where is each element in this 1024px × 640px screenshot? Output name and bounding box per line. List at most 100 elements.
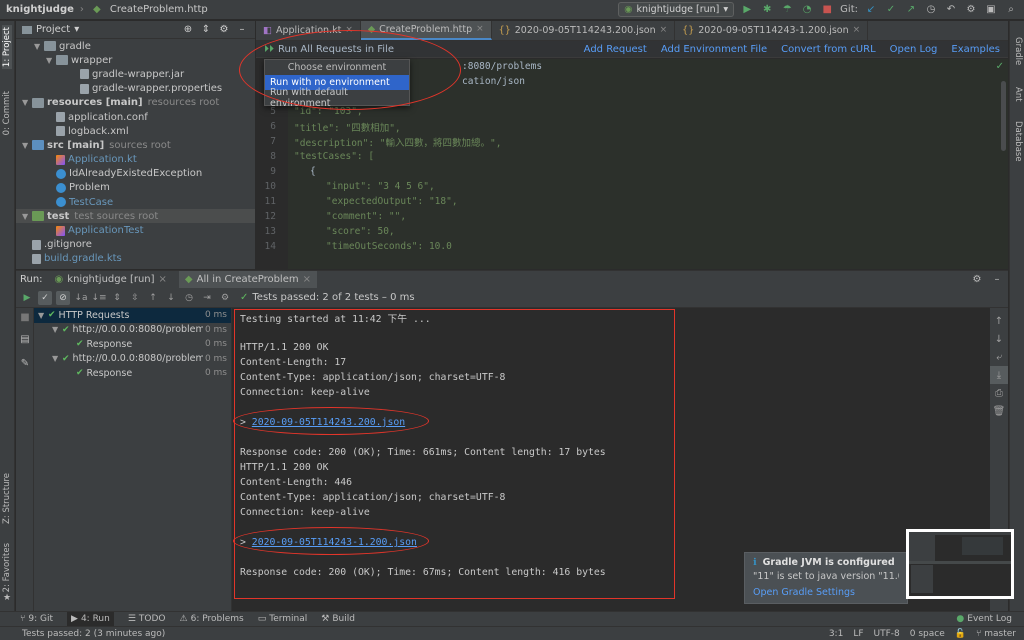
search-icon[interactable]: ⌕ [1004, 3, 1018, 17]
show-ignored-icon[interactable]: ⊘ [56, 290, 70, 305]
rerun-icon[interactable]: ▶ [20, 291, 34, 305]
run-all-requests-button[interactable]: ⏵⏵ Run All Requests in File [264, 44, 394, 55]
file-encoding[interactable]: UTF-8 [874, 629, 900, 639]
tree-item[interactable]: gradle-wrapper.properties [16, 82, 255, 96]
response-file-link[interactable]: 2020-09-05T114243-1.200.json [252, 537, 417, 548]
tree-item[interactable]: ▼ test test sources root [16, 209, 255, 224]
git-update-icon[interactable]: ↙ [864, 3, 878, 17]
tree-item[interactable]: gradle-wrapper.jar [16, 67, 255, 81]
tree-item[interactable]: logback.xml [16, 124, 255, 138]
print-icon[interactable]: ⎙ [990, 384, 1008, 402]
chevron-down-icon[interactable]: ▼ [22, 141, 32, 150]
caret-position[interactable]: 3:1 [829, 629, 843, 639]
collapse-all-icon[interactable]: ⇳ [128, 291, 142, 305]
git-commit-icon[interactable]: ✓ [884, 3, 898, 17]
tool-window-project[interactable]: 1: Project [2, 25, 12, 70]
git-branch[interactable]: ⑂ master [976, 629, 1016, 639]
tree-item[interactable]: Application.kt [16, 153, 255, 167]
tool-window-structure[interactable]: Z: Structure [2, 473, 12, 524]
tree-item[interactable]: ▼ gradle [16, 39, 255, 53]
close-icon[interactable]: × [345, 25, 353, 35]
run-icon[interactable]: ▶ [740, 3, 754, 17]
test-tree-row[interactable]: ✔ Response 0 ms [34, 366, 231, 381]
tree-item[interactable]: ApplicationTest [16, 223, 255, 237]
tool-window-button[interactable]: ☰ TODO [128, 614, 166, 624]
lock-icon[interactable]: 🔓 [955, 629, 966, 639]
indent-setting[interactable]: 0 space [910, 629, 945, 639]
convert-from-curl-link[interactable]: Convert from cURL [781, 44, 876, 55]
export-icon[interactable]: ⇥ [200, 291, 214, 305]
pin-icon[interactable]: ✎ [18, 356, 32, 370]
tree-item[interactable]: application.conf [16, 110, 255, 124]
tool-window-button[interactable]: ⚠ 6: Problems [180, 614, 244, 624]
tool-window-gradle[interactable]: Gradle [1013, 37, 1023, 65]
run-tab-all-in-createproblem[interactable]: ◆ All in CreateProblem × [178, 270, 317, 289]
editor-scrollbar[interactable] [1001, 81, 1006, 151]
gear-icon[interactable]: ⚙ [217, 23, 231, 37]
tool-window-button[interactable]: ▶ 4: Run [67, 611, 114, 627]
git-push-icon[interactable]: ↗ [904, 3, 918, 17]
soft-wrap-icon[interactable]: ⤶ [990, 348, 1008, 366]
test-tree-row[interactable]: ▼ ✔ http://0.0.0.0:8080/problem 0 ms [34, 323, 231, 338]
line-separator[interactable]: LF [853, 629, 863, 639]
debug-icon[interactable]: ✱ [760, 3, 774, 17]
tool-window-button[interactable]: ⑂ 9: Git [20, 614, 53, 624]
close-icon[interactable]: × [476, 24, 484, 34]
run-default-environment-option[interactable]: Run with default environment [265, 87, 409, 109]
chevron-down-icon[interactable]: ▼ [38, 311, 48, 320]
tree-item[interactable]: build.gradle.kts [16, 252, 255, 266]
chevron-down-icon[interactable]: ▼ [52, 354, 62, 363]
status-message[interactable]: Tests passed: 2 (3 minutes ago) [22, 629, 165, 639]
layout-icon[interactable]: ▣ [984, 3, 998, 17]
project-panel-title[interactable]: Project [36, 24, 70, 35]
chevron-down-icon[interactable]: ▼ [22, 98, 32, 107]
trash-icon[interactable]: 🗑 [990, 402, 1008, 420]
tree-item[interactable]: ▼ wrapper [16, 53, 255, 67]
run-tab-knightjudge[interactable]: ◉ knightjudge [run] × [49, 271, 173, 289]
examples-link[interactable]: Examples [951, 44, 1000, 55]
scroll-down-icon[interactable]: ↓ [990, 330, 1008, 348]
chevron-down-icon[interactable]: ▼ [22, 212, 32, 221]
open-gradle-settings-link[interactable]: Open Gradle Settings [753, 587, 899, 598]
tool-window-favorites[interactable]: 2: Favorites [2, 543, 12, 592]
settings-icon[interactable]: ⚙ [964, 3, 978, 17]
editor-tab[interactable]: {} 2020-09-05T114243-1.200.json × [675, 21, 869, 40]
show-passed-icon[interactable]: ✓ [38, 290, 52, 305]
test-tree-row[interactable]: ▼ ✔ http://0.0.0.0:8080/problem 0 ms [34, 352, 231, 367]
stop-icon[interactable]: ■ [18, 310, 32, 324]
test-tree-row[interactable]: ▼ ✔ HTTP Requests 0 ms [34, 308, 231, 323]
history-icon[interactable]: ◷ [182, 291, 196, 305]
editor-tab[interactable]: {} 2020-09-05T114243.200.json × [492, 21, 676, 40]
tool-window-button[interactable]: ⚒ Build [321, 614, 355, 624]
screenshot-thumbnail[interactable] [906, 529, 1014, 599]
profile-icon[interactable]: ◔ [800, 3, 814, 17]
event-log-button[interactable]: ● Event Log [956, 614, 1012, 624]
add-environment-file-link[interactable]: Add Environment File [661, 44, 767, 55]
sort-duration-icon[interactable]: ↓≡ [91, 291, 106, 305]
git-rollback-icon[interactable]: ↶ [944, 3, 958, 17]
scroll-up-icon[interactable]: ↑ [990, 312, 1008, 330]
tool-window-button[interactable]: ▭ Terminal [258, 614, 308, 624]
tree-item[interactable]: Problem [16, 181, 255, 195]
collapse-icon[interactable]: ⇕ [199, 23, 213, 37]
close-icon[interactable]: × [660, 25, 668, 35]
tree-item[interactable]: .gitignore [16, 238, 255, 252]
previous-failed-icon[interactable]: ↑ [146, 291, 160, 305]
chevron-down-icon[interactable]: ▼ [34, 42, 44, 51]
response-file-link[interactable]: 2020-09-05T114243.200.json [252, 417, 405, 428]
close-icon[interactable]: × [303, 274, 311, 285]
scroll-to-end-icon[interactable]: ⤓ [990, 366, 1008, 384]
open-log-link[interactable]: Open Log [890, 44, 938, 55]
breadcrumb-project[interactable]: knightjudge [6, 4, 74, 15]
layout-icon[interactable]: ▤ [18, 332, 32, 346]
settings-icon[interactable]: ⚙ [218, 291, 232, 305]
locate-icon[interactable]: ⊕ [181, 23, 195, 37]
chevron-down-icon[interactable]: ▼ [46, 56, 56, 65]
git-history-icon[interactable]: ◷ [924, 3, 938, 17]
tree-item[interactable]: ▼ src [main] sources root [16, 138, 255, 152]
editor-tab[interactable]: ◧ Application.kt × [256, 21, 361, 40]
sort-alpha-icon[interactable]: ↓a [74, 291, 88, 305]
add-request-link[interactable]: Add Request [584, 44, 647, 55]
chevron-down-icon[interactable]: ▼ [52, 325, 62, 334]
tool-window-database[interactable]: Database [1013, 121, 1023, 162]
